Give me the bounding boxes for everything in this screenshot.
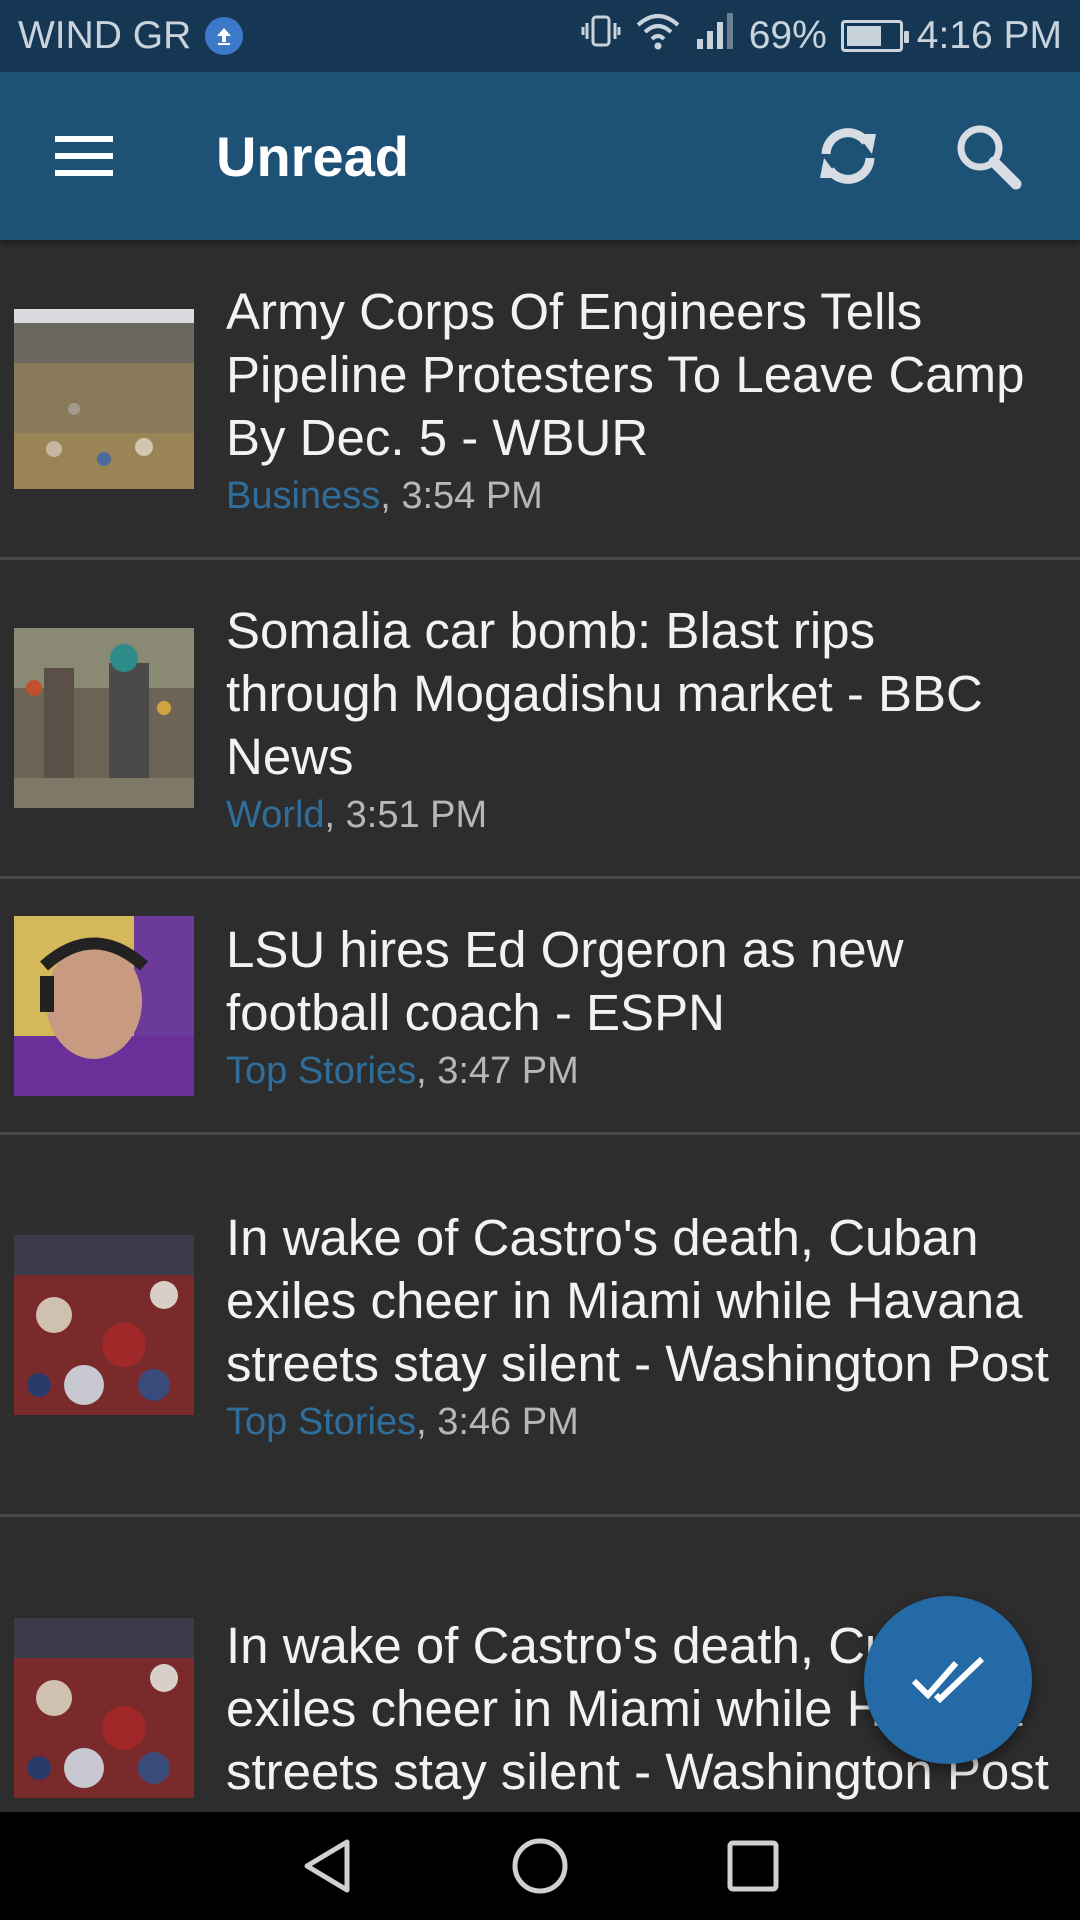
list-item[interactable]: In wake of Castro's death, Cuban exiles … bbox=[0, 1135, 1080, 1517]
article-time: , 3:47 PM bbox=[416, 1050, 579, 1092]
search-icon bbox=[957, 125, 1022, 190]
wifi-icon bbox=[635, 11, 681, 61]
status-right: 69% 4:16 PM bbox=[581, 11, 1062, 61]
back-button[interactable] bbox=[287, 1826, 367, 1906]
list-item[interactable]: LSU hires Ed Orgeron as new football coa… bbox=[0, 879, 1080, 1135]
article-category[interactable]: Top Stories bbox=[226, 1050, 416, 1092]
recents-icon bbox=[727, 1840, 779, 1892]
clock: 4:16 PM bbox=[916, 14, 1062, 57]
article-time: , 3:54 PM bbox=[380, 474, 543, 517]
article-title: In wake of Castro's death, Cuban exiles … bbox=[226, 1208, 1049, 1392]
recents-button[interactable] bbox=[713, 1826, 793, 1906]
battery-percent: 69% bbox=[748, 14, 827, 57]
list-item[interactable]: Somalia car bomb: Blast rips through Mog… bbox=[0, 560, 1080, 879]
article-title: LSU hires Ed Orgeron as new football coa… bbox=[226, 921, 904, 1041]
menu-button[interactable] bbox=[0, 72, 168, 240]
home-button[interactable] bbox=[500, 1826, 580, 1906]
carrier-label: WIND GR bbox=[18, 14, 192, 57]
upload-icon bbox=[205, 17, 244, 55]
article-meta: Top Stories, 3:46 PM bbox=[226, 1401, 1060, 1444]
page-title: Unread bbox=[216, 124, 409, 188]
article-title: Somalia car bomb: Blast rips through Mog… bbox=[226, 602, 983, 785]
search-button[interactable] bbox=[918, 72, 1058, 240]
status-bar: WIND GR 69% 4:16 PM bbox=[0, 0, 1080, 72]
article-meta: Top Stories, 3:47 PM bbox=[226, 1050, 1060, 1093]
article-thumbnail bbox=[14, 1234, 194, 1415]
article-thumbnail bbox=[14, 915, 194, 1096]
article-list: Army Corps Of Engineers Tells Pipeline P… bbox=[0, 240, 1080, 1812]
menu-icon bbox=[55, 136, 113, 176]
article-category[interactable]: World bbox=[226, 794, 325, 836]
system-nav-bar bbox=[0, 1812, 1080, 1920]
mark-all-read-button[interactable] bbox=[864, 1596, 1032, 1764]
article-meta: Business, 3:54 PM bbox=[226, 475, 1060, 518]
article-time: , 3:46 PM bbox=[416, 1400, 579, 1443]
vibrate-icon bbox=[581, 11, 621, 61]
refresh-icon bbox=[820, 128, 876, 184]
app-bar: Unread bbox=[0, 72, 1080, 240]
article-thumbnail bbox=[14, 1618, 194, 1798]
article-category[interactable]: Top Stories bbox=[226, 1401, 416, 1443]
article-category[interactable]: Business bbox=[226, 475, 380, 517]
article-meta: World, 3:51 PM bbox=[226, 794, 1060, 837]
battery-icon bbox=[840, 20, 909, 52]
article-title: Army Corps Of Engineers Tells Pipeline P… bbox=[226, 282, 1025, 466]
article-thumbnail bbox=[14, 308, 194, 489]
home-icon bbox=[512, 1838, 568, 1894]
double-check-icon bbox=[911, 1656, 985, 1704]
back-icon bbox=[304, 1839, 350, 1893]
article-time: , 3:51 PM bbox=[324, 794, 488, 836]
status-left: WIND GR bbox=[18, 14, 244, 58]
signal-icon bbox=[695, 11, 735, 61]
refresh-button[interactable] bbox=[778, 72, 918, 240]
list-item[interactable]: Army Corps Of Engineers Tells Pipeline P… bbox=[0, 240, 1080, 560]
battery-fill bbox=[846, 26, 882, 46]
article-thumbnail bbox=[14, 628, 194, 808]
